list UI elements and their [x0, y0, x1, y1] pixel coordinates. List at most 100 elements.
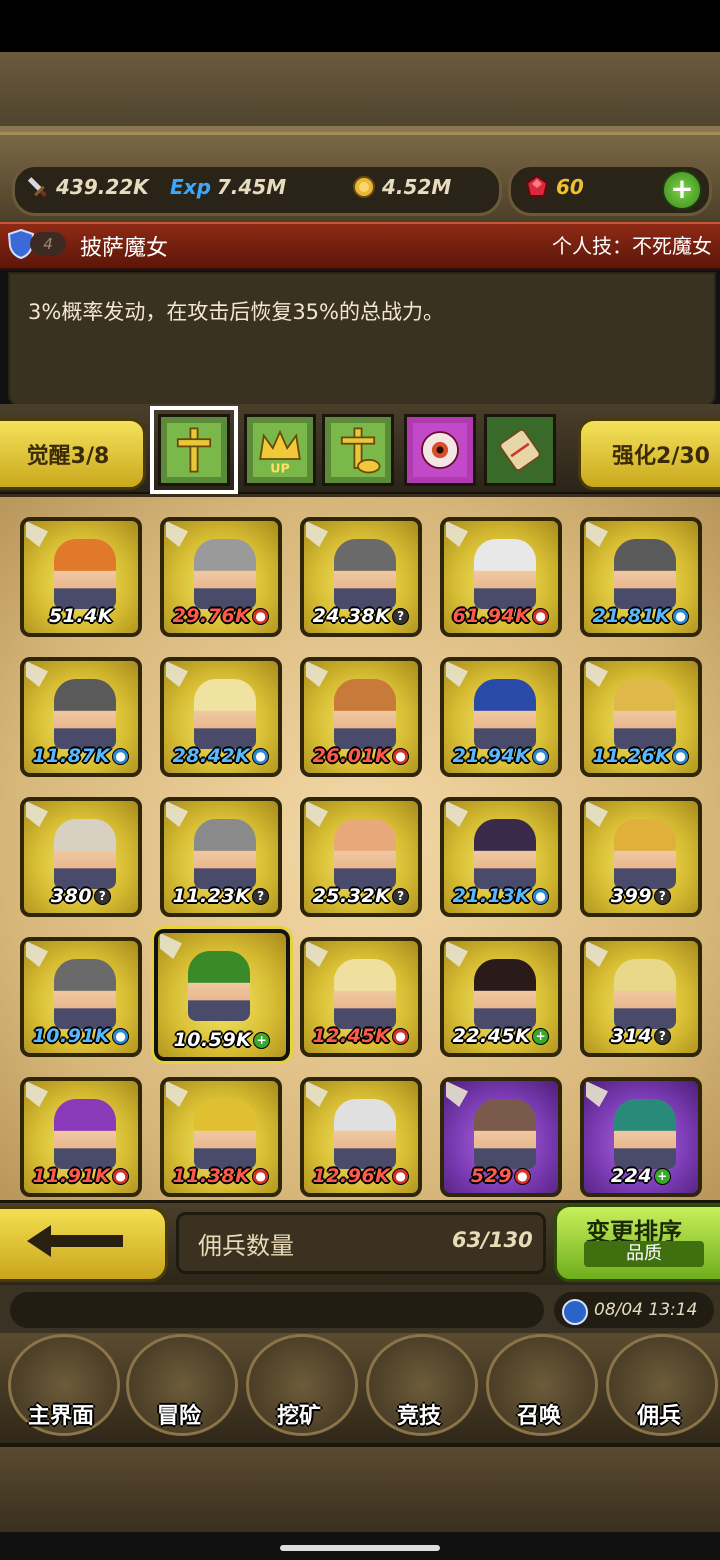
mercenary-power: 25.32K?	[308, 885, 414, 907]
mercenary-grid: 51.4K 29.76K ● 24.38K? 61.94K ● 21.81K ● 11.87K ●…	[0, 494, 720, 1203]
mercenary-card[interactable]: 529 ●	[440, 1077, 562, 1197]
mercenary-avatar	[194, 679, 256, 749]
equip-slot-5[interactable]	[484, 414, 556, 486]
mercenary-card[interactable]: 29.76K ●	[160, 517, 282, 637]
mercenary-avatar	[194, 819, 256, 889]
mercenary-power-value: 11.87K	[32, 745, 111, 767]
nav-label: 主界面	[27, 1404, 94, 1429]
lock-flag-icon	[26, 801, 48, 827]
mercenary-power-value: 529	[470, 1165, 513, 1187]
nav-tent[interactable]: 佣兵	[600, 1322, 718, 1436]
mercenary-power: 224 +	[588, 1165, 694, 1187]
mercenary-power-value: 61.94K	[452, 605, 531, 627]
add-gems-button[interactable]: +	[662, 170, 702, 210]
home-indicator[interactable]	[280, 1545, 440, 1551]
mercenary-power-value: 399	[610, 885, 653, 907]
lock-flag-icon	[160, 933, 182, 959]
mercenary-card[interactable]: 11.26K ●	[580, 657, 702, 777]
mercenary-card[interactable]: 10.59K +	[151, 926, 293, 1064]
lock-flag-icon	[26, 941, 48, 967]
mercenary-card[interactable]: 25.32K?	[300, 797, 422, 917]
mercenary-card[interactable]: 28.42K ●	[160, 657, 282, 777]
status-bar-area	[0, 0, 720, 52]
lock-flag-icon	[446, 1081, 468, 1107]
fire-element-icon: ●	[252, 608, 270, 625]
mercenary-card[interactable]: 11.87K ●	[20, 657, 142, 777]
mercenary-card[interactable]: 12.96K ●	[300, 1077, 422, 1197]
mercenary-power: 12.96K ●	[308, 1165, 414, 1187]
mercenary-power: 12.45K ●	[308, 1025, 414, 1047]
equip-slot-4[interactable]	[404, 414, 476, 486]
nav-label: 竞技	[396, 1404, 441, 1429]
lock-flag-icon	[586, 941, 608, 967]
mercenary-avatar	[614, 819, 676, 889]
mercenary-card[interactable]: 10.91K ●	[20, 937, 142, 1057]
skill-description: 3%概率发动，在攻击后恢复35%的总战力。	[28, 300, 444, 324]
lock-flag-icon	[26, 521, 48, 547]
equip-slot-1[interactable]	[150, 406, 238, 494]
awaken-button[interactable]: 觉醒3/8	[0, 418, 146, 490]
crown-up-icon: UP	[253, 423, 307, 477]
fire-element-icon: ●	[252, 1168, 270, 1185]
mercenary-power: 29.76K ●	[168, 605, 274, 627]
mercenary-power: 11.87K ●	[28, 745, 134, 767]
mercenary-power-value: 51.4K	[48, 605, 114, 627]
nav-label: 召唤	[516, 1404, 561, 1429]
equip-slot-2[interactable]: UP	[244, 414, 316, 486]
mercenary-card[interactable]: 399?	[580, 797, 702, 917]
nav-label: 佣兵	[636, 1404, 681, 1429]
golden-cross-icon	[167, 423, 221, 477]
exp-icon: Exp	[170, 175, 211, 199]
equip-slot-3[interactable]	[322, 414, 394, 486]
mercenary-card[interactable]: 51.4K	[20, 517, 142, 637]
nav-map-scroll[interactable]: 主界面	[2, 1322, 120, 1436]
mercenary-power: 51.4K	[28, 605, 134, 627]
map-background-top	[0, 52, 720, 132]
mercenary-power: 11.38K ●	[168, 1165, 274, 1187]
mercenary-card[interactable]: 314?	[580, 937, 702, 1057]
mercenary-card[interactable]: 11.38K ●	[160, 1077, 282, 1197]
enhance-button[interactable]: 强化2/30	[578, 418, 720, 490]
nav-label: 冒险	[156, 1404, 201, 1429]
mercenary-power-value: 12.45K	[312, 1025, 391, 1047]
mercenary-power: 11.26K ●	[588, 745, 694, 767]
mercenary-avatar	[474, 819, 536, 889]
mercenary-card[interactable]: 224 +	[580, 1077, 702, 1197]
mercenary-card[interactable]: 24.38K?	[300, 517, 422, 637]
personal-skill: 个人技：不死魔女	[552, 234, 712, 258]
mercenary-power-value: 10.59K	[173, 1029, 252, 1051]
mercenary-power-value: 21.81K	[592, 605, 671, 627]
lock-flag-icon	[446, 661, 468, 687]
attack-value: 439.22K	[56, 175, 149, 199]
gold-stat: 4.52M	[350, 172, 451, 202]
mercenary-card[interactable]: 26.01K ●	[300, 657, 422, 777]
mercenary-card[interactable]: 61.94K ●	[440, 517, 562, 637]
mercenary-card[interactable]: 12.45K ●	[300, 937, 422, 1057]
nav-pickaxe[interactable]: 挖矿	[240, 1322, 358, 1436]
nav-island[interactable]: 冒险	[120, 1322, 238, 1436]
mercenary-power: 22.45K +	[448, 1025, 554, 1047]
mercenary-card[interactable]: 11.91K ●	[20, 1077, 142, 1197]
mercenary-card[interactable]: 21.13K ●	[440, 797, 562, 917]
mercenary-avatar	[334, 959, 396, 1029]
nav-crossed-swords[interactable]: 竞技	[360, 1322, 478, 1436]
mercenary-avatar	[474, 679, 536, 749]
mercenary-avatar	[614, 539, 676, 609]
mercenary-avatar	[474, 1099, 536, 1169]
mercenary-card[interactable]: 22.45K +	[440, 937, 562, 1057]
mercenary-card[interactable]: 11.23K?	[160, 797, 282, 917]
gem-stat: 60	[524, 172, 584, 202]
nature-element-icon: +	[253, 1032, 271, 1049]
fire-element-icon: ●	[392, 1028, 410, 1045]
mercenary-card[interactable]: 21.94K ●	[440, 657, 562, 777]
mercenary-card[interactable]: 21.81K ●	[580, 517, 702, 637]
mercenary-power: 11.23K?	[168, 885, 274, 907]
mercenary-card[interactable]: 380?	[20, 797, 142, 917]
mercenary-avatar	[474, 539, 536, 609]
mercenary-power-value: 380	[50, 885, 93, 907]
unknown-element-icon: ?	[392, 888, 410, 905]
back-button[interactable]	[0, 1206, 168, 1282]
nav-summon-scroll[interactable]: 召唤	[480, 1322, 598, 1436]
fire-element-icon: ●	[392, 748, 410, 765]
unknown-element-icon: ?	[392, 608, 410, 625]
